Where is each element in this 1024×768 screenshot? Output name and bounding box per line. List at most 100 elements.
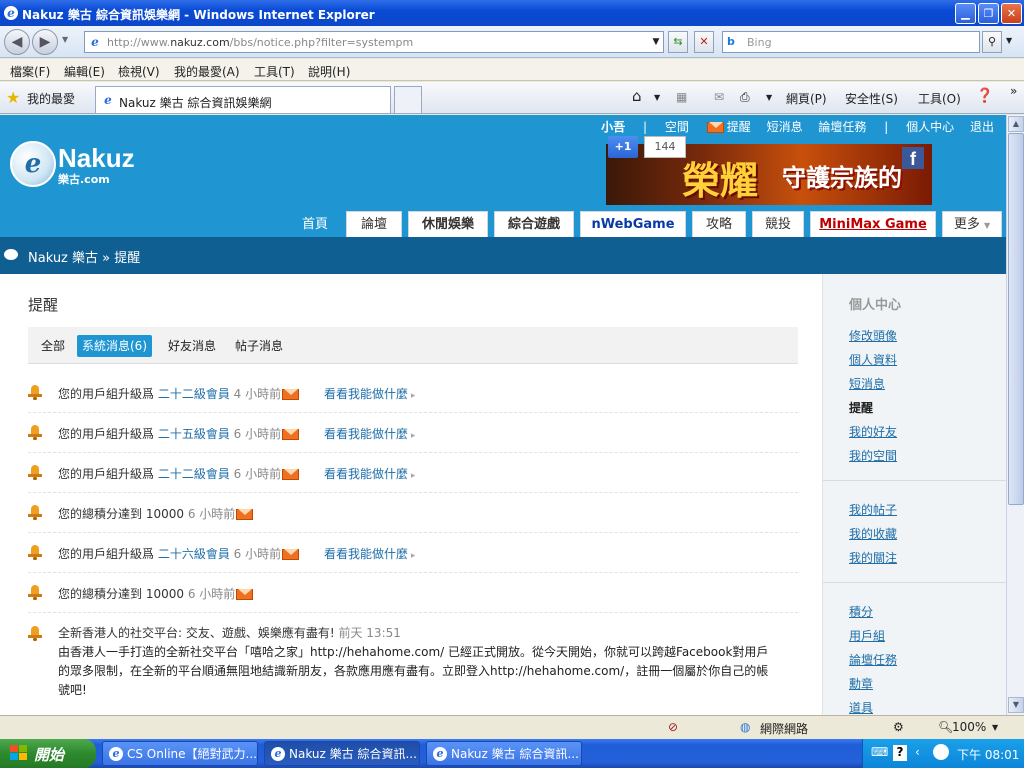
breadcrumb-text[interactable]: Nakuz 樂古 » 提醒 bbox=[28, 247, 140, 266]
notice-link[interactable]: 提醒 bbox=[727, 120, 751, 134]
sidebar-link-friends[interactable]: 我的好友 bbox=[849, 423, 897, 440]
home-icon[interactable]: ⌂ bbox=[632, 87, 642, 105]
filter-posts[interactable]: 帖子消息 bbox=[230, 335, 288, 357]
sidebar-link-points[interactable]: 積分 bbox=[849, 603, 873, 620]
sidebar-link-favorites[interactable]: 我的收藏 bbox=[849, 525, 897, 542]
taskbar-item-nakuz[interactable]: e Nakuz 樂古 綜合資訊... bbox=[426, 741, 582, 766]
nav-nwebgame[interactable]: nWebGame bbox=[580, 211, 686, 237]
search-input[interactable]: b Bing bbox=[722, 31, 980, 53]
keyboard-icon[interactable]: ⌨ bbox=[871, 745, 888, 759]
nav-home[interactable]: 首頁 bbox=[290, 211, 340, 237]
sidebar-link-forum-tasks[interactable]: 論壇任務 bbox=[849, 651, 897, 668]
nav-auction[interactable]: 競投 bbox=[752, 211, 804, 237]
personal-center-link[interactable]: 個人中心 bbox=[906, 120, 954, 134]
sidebar-link-avatar[interactable]: 修改頭像 bbox=[849, 327, 897, 344]
sidebar-link-items[interactable]: 道具 bbox=[849, 699, 873, 715]
sidebar-link-following[interactable]: 我的關注 bbox=[849, 549, 897, 566]
sidebar-link-profile[interactable]: 個人資料 bbox=[849, 351, 897, 368]
print-dropdown-icon[interactable]: ▼ bbox=[766, 93, 772, 102]
history-dropdown-icon[interactable]: ▼ bbox=[62, 35, 68, 44]
favorites-star-icon[interactable]: ★ bbox=[6, 88, 20, 107]
username-link[interactable]: 小吾 bbox=[601, 120, 625, 134]
menu-tools[interactable]: 工具(T) bbox=[254, 63, 295, 80]
taskbar-item-nakuz-active[interactable]: e Nakuz 樂古 綜合資訊... bbox=[264, 741, 420, 766]
search-icon[interactable]: ⚲ bbox=[982, 31, 1002, 53]
site-logo[interactable]: e Nakuz 樂古.com bbox=[10, 141, 150, 191]
sidebar-link-messages[interactable]: 短消息 bbox=[849, 375, 885, 392]
menu-file[interactable]: 檔案(F) bbox=[10, 63, 50, 80]
protected-mode-icon[interactable]: ⊘ bbox=[668, 720, 678, 734]
nav-games[interactable]: 綜合遊戲 bbox=[494, 211, 574, 237]
new-tab-button[interactable] bbox=[394, 86, 422, 113]
minimize-button[interactable]: ▁ bbox=[955, 3, 976, 24]
google-plus-button[interactable]: +1 bbox=[608, 136, 638, 158]
feeds-icon[interactable]: ▦ bbox=[676, 90, 687, 104]
usergroup-link[interactable]: 二十五級會員 bbox=[158, 427, 230, 441]
maximize-button[interactable]: ❐ bbox=[978, 3, 999, 24]
scroll-thumb[interactable] bbox=[1008, 133, 1024, 505]
filter-friends[interactable]: 好友消息 bbox=[163, 335, 221, 357]
close-window-button[interactable]: ✕ bbox=[1001, 3, 1022, 24]
facebook-icon[interactable]: f bbox=[902, 147, 924, 169]
zoom-icon[interactable]: 🔍︎ bbox=[938, 720, 953, 734]
what-can-i-do-link[interactable]: 看看我能做什麼 bbox=[324, 385, 415, 402]
nav-minimax-game[interactable]: MiniMax Game bbox=[810, 211, 936, 237]
usergroup-link[interactable]: 二十二級會員 bbox=[158, 387, 230, 401]
scroll-up-icon[interactable]: ▲ bbox=[1008, 116, 1024, 132]
back-button[interactable]: ◀ bbox=[4, 29, 30, 55]
scroll-down-icon[interactable]: ▼ bbox=[1008, 697, 1024, 713]
help-icon[interactable]: ❓ bbox=[976, 88, 993, 104]
nav-more[interactable]: 更多 ▼ bbox=[942, 211, 1002, 237]
safety-menu[interactable]: 安全性(S) bbox=[845, 90, 898, 107]
sidebar-current-notice[interactable]: 提醒 bbox=[849, 399, 873, 416]
refresh-icon[interactable]: ⇆ bbox=[668, 31, 688, 53]
chevron-more-icon[interactable]: » bbox=[1010, 84, 1017, 98]
mail-envelope-icon bbox=[706, 122, 724, 133]
zoom-dropdown-icon[interactable]: ▼ bbox=[992, 723, 998, 732]
browser-tab-active[interactable]: e Nakuz 樂古 綜合資訊娛樂網 bbox=[95, 86, 391, 113]
home-dropdown-icon[interactable]: ▼ bbox=[654, 93, 660, 102]
favorites-label[interactable]: 我的最愛 bbox=[27, 90, 75, 107]
tray-app-icon[interactable] bbox=[933, 744, 949, 760]
stop-icon[interactable]: ✕ bbox=[694, 31, 714, 53]
address-dropdown-icon[interactable]: ▼ bbox=[646, 32, 666, 52]
forum-task-link[interactable]: 論壇任務 bbox=[818, 120, 866, 134]
menu-view[interactable]: 檢視(V) bbox=[118, 63, 160, 80]
sidebar-link-space[interactable]: 我的空間 bbox=[849, 447, 897, 464]
nav-guides[interactable]: 攻略 bbox=[692, 211, 746, 237]
mail-icon[interactable]: ✉ bbox=[714, 90, 724, 104]
start-button[interactable]: 開始 bbox=[0, 739, 96, 768]
search-options-icon[interactable]: ▼ bbox=[1006, 36, 1012, 45]
short-message-link[interactable]: 短消息 bbox=[767, 120, 803, 134]
usergroup-link[interactable]: 二十二級會員 bbox=[158, 467, 230, 481]
space-link[interactable]: 空間 bbox=[665, 120, 689, 134]
what-can-i-do-link[interactable]: 看看我能做什麼 bbox=[324, 465, 415, 482]
what-can-i-do-link[interactable]: 看看我能做什麼 bbox=[324, 545, 415, 562]
menu-edit[interactable]: 編輯(E) bbox=[64, 63, 105, 80]
nav-leisure[interactable]: 休閒娛樂 bbox=[408, 211, 488, 237]
print-icon[interactable]: ⎙ bbox=[740, 90, 750, 105]
sidebar-link-medals[interactable]: 勳章 bbox=[849, 675, 873, 692]
menu-favorites[interactable]: 我的最愛(A) bbox=[174, 63, 240, 80]
windows-taskbar: 開始 e CS Online【絕對武力... e Nakuz 樂古 綜合資訊... … bbox=[0, 739, 1024, 768]
menu-help[interactable]: 說明(H) bbox=[308, 63, 350, 80]
usergroup-link[interactable]: 二十六級會員 bbox=[158, 547, 230, 561]
tray-chevron-icon[interactable]: ‹ bbox=[915, 745, 920, 759]
filter-all[interactable]: 全部 bbox=[36, 335, 70, 357]
nav-forum[interactable]: 論壇 bbox=[346, 211, 402, 237]
zoom-level[interactable]: 100% bbox=[952, 720, 986, 734]
taskbar-item-cs-online[interactable]: e CS Online【絕對武力... bbox=[102, 741, 258, 766]
address-bar[interactable]: e http://www.nakuz.com/bbs/notice.php?fi… bbox=[84, 31, 664, 53]
sidebar-link-usergroup[interactable]: 用戶組 bbox=[849, 627, 885, 644]
page-scrollbar[interactable]: ▲ ▼ bbox=[1006, 115, 1024, 715]
filter-system[interactable]: 系統消息(6) bbox=[77, 335, 152, 357]
ime-help-icon[interactable]: ? bbox=[893, 745, 907, 761]
security-settings-icon[interactable]: ⚙ bbox=[893, 720, 904, 734]
sidebar-link-my-posts[interactable]: 我的帖子 bbox=[849, 501, 897, 518]
logout-link[interactable]: 退出 bbox=[970, 120, 994, 134]
tools-menu[interactable]: 工具(O) bbox=[918, 90, 961, 107]
system-clock[interactable]: 下午 08:01 bbox=[957, 746, 1019, 763]
what-can-i-do-link[interactable]: 看看我能做什麼 bbox=[324, 425, 415, 442]
forward-button[interactable]: ▶ bbox=[32, 29, 58, 55]
page-menu[interactable]: 網頁(P) bbox=[786, 90, 827, 107]
